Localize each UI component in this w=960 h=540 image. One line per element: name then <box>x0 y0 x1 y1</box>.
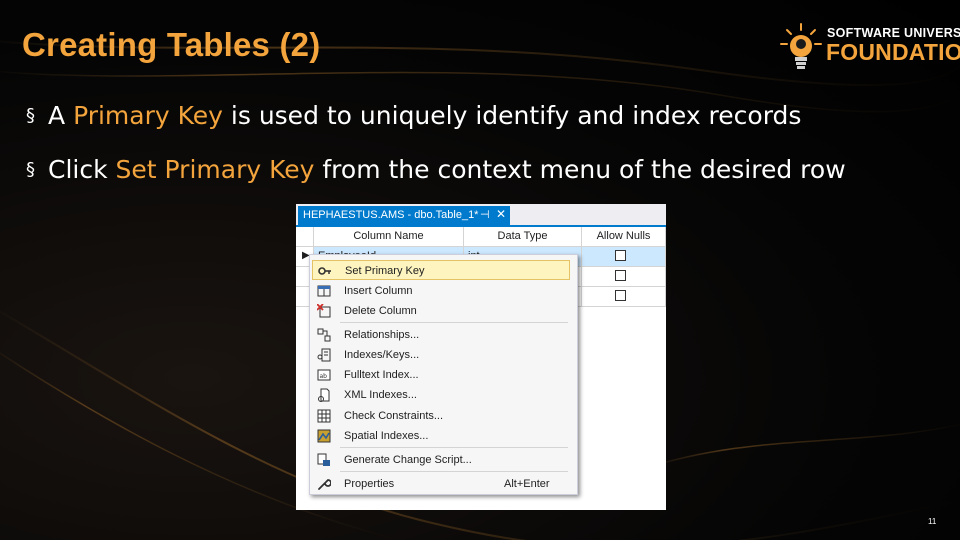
bullet-text-pre: Click <box>48 155 116 184</box>
xml-indexes-icon <box>318 388 330 402</box>
document-tab-bar: HEPHAESTUS.AMS - dbo.Table_1* ⊣ ✕ <box>296 204 666 225</box>
menu-item-label: Set Primary Key <box>345 265 425 277</box>
column-header-name[interactable]: Column Name <box>314 227 464 247</box>
menu-item-label: Relationships... <box>344 329 420 341</box>
menu-item-label: Check Constraints... <box>344 410 444 422</box>
bullet-text-post: is used to uniquely identify and index r… <box>222 101 802 130</box>
menu-item-check-constraints[interactable]: Check Constraints... <box>312 406 570 426</box>
relationships-icon <box>317 328 331 342</box>
bullet-marker: § <box>26 159 35 180</box>
cell-allow-nulls <box>582 267 666 287</box>
bullet-set-primary-key: § Click Set Primary Key from the context … <box>26 155 846 184</box>
document-tab-title: HEPHAESTUS.AMS - dbo.Table_1* <box>303 209 479 221</box>
wrench-icon <box>318 479 331 490</box>
generate-script-icon <box>317 453 330 466</box>
menu-separator <box>340 447 568 448</box>
context-menu: Set Primary Key Insert Column Delete Col… <box>309 254 578 495</box>
bullet-text-pre: A <box>48 101 74 130</box>
column-header-nulls[interactable]: Allow Nulls <box>582 227 666 247</box>
menu-item-label: Delete Column <box>344 305 417 317</box>
bullet-marker: § <box>26 105 35 126</box>
menu-item-relationships[interactable]: Relationships... <box>312 325 570 345</box>
menu-separator <box>340 471 568 472</box>
delete-column-icon <box>317 304 331 318</box>
allow-nulls-checkbox[interactable] <box>615 290 626 301</box>
lightbulb-icon <box>780 23 822 69</box>
key-icon <box>318 267 331 275</box>
logo-text-bottom: FOUNDATION <box>826 39 960 65</box>
menu-separator <box>340 322 568 323</box>
logo-text-top: SOFTWARE UNIVERSITY <box>827 26 960 40</box>
row-header-corner <box>296 227 314 247</box>
bullet-highlight: Primary Key <box>73 101 223 130</box>
allow-nulls-checkbox[interactable] <box>615 250 626 261</box>
fulltext-index-icon: ab <box>317 369 331 381</box>
spatial-indexes-icon <box>317 429 331 443</box>
menu-item-delete-column[interactable]: Delete Column <box>312 301 570 321</box>
slide: Creating Tables (2) SOFTWARE UNIVERSITY … <box>0 0 960 540</box>
indexes-keys-icon <box>317 348 331 362</box>
bullet-text-post: from the context menu of the desired row <box>314 155 846 184</box>
insert-column-icon <box>317 285 331 297</box>
page-number: 11 <box>928 517 937 526</box>
allow-nulls-checkbox[interactable] <box>615 270 626 281</box>
menu-item-xml-indexes[interactable]: XML Indexes... <box>312 385 570 405</box>
software-university-logo: SOFTWARE UNIVERSITY FOUNDATION <box>773 14 960 76</box>
menu-item-label: XML Indexes... <box>344 389 417 401</box>
check-constraints-icon <box>317 409 331 423</box>
bullet-highlight: Set Primary Key <box>115 155 315 184</box>
menu-item-label: Insert Column <box>344 285 413 297</box>
menu-item-fulltext-index[interactable]: ab Fulltext Index... <box>312 365 570 385</box>
slide-title: Creating Tables (2) <box>22 26 321 63</box>
menu-item-indexes-keys[interactable]: Indexes/Keys... <box>312 345 570 365</box>
menu-item-properties[interactable]: Properties Alt+Enter <box>312 474 570 494</box>
menu-item-insert-column[interactable]: Insert Column <box>312 281 570 301</box>
pin-icon[interactable]: ⊣ <box>480 208 490 221</box>
menu-item-generate-change-script[interactable]: Generate Change Script... <box>312 450 570 470</box>
menu-item-set-primary-key[interactable]: Set Primary Key <box>312 260 570 280</box>
document-tab[interactable]: HEPHAESTUS.AMS - dbo.Table_1* ⊣ ✕ <box>298 206 510 225</box>
menu-item-label: Spatial Indexes... <box>344 430 429 442</box>
bullet-primary-key: § A Primary Key is used to uniquely ident… <box>26 101 801 130</box>
close-icon[interactable]: ✕ <box>496 207 506 221</box>
cell-allow-nulls <box>582 247 666 267</box>
menu-item-label: Generate Change Script... <box>344 454 472 466</box>
menu-item-label: Fulltext Index... <box>344 369 419 381</box>
svg-text:ab: ab <box>320 373 328 380</box>
menu-item-spatial-indexes[interactable]: Spatial Indexes... <box>312 426 570 446</box>
cell-allow-nulls <box>582 287 666 307</box>
menu-item-shortcut: Alt+Enter <box>504 478 550 490</box>
column-header-type[interactable]: Data Type <box>464 227 582 247</box>
menu-item-label: Indexes/Keys... <box>344 349 420 361</box>
menu-item-label: Properties <box>344 478 395 490</box>
